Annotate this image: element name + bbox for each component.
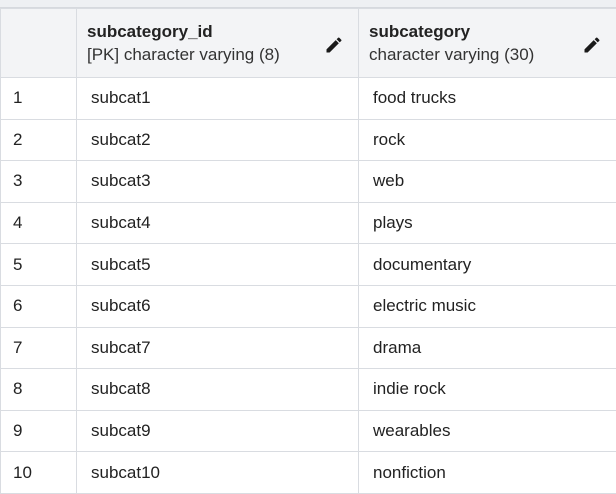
table-row[interactable]: 6 subcat6 electric music xyxy=(1,285,616,327)
table-row[interactable]: 4 subcat4 plays xyxy=(1,202,616,244)
table-row[interactable]: 7 subcat7 drama xyxy=(1,327,616,369)
header-row: subcategory_id [PK] character varying (8… xyxy=(1,9,616,78)
cell-subcategory-id[interactable]: subcat6 xyxy=(77,285,359,327)
cell-subcategory[interactable]: electric music xyxy=(359,285,616,327)
row-number: 10 xyxy=(1,452,77,494)
table-row[interactable]: 3 subcat3 web xyxy=(1,161,616,203)
row-number: 6 xyxy=(1,285,77,327)
cell-subcategory[interactable]: indie rock xyxy=(359,369,616,411)
data-grid: subcategory_id [PK] character varying (8… xyxy=(0,8,616,494)
column-name: subcategory_id xyxy=(87,21,358,43)
cell-subcategory-id[interactable]: subcat7 xyxy=(77,327,359,369)
row-number: 8 xyxy=(1,369,77,411)
pencil-icon[interactable] xyxy=(324,35,344,55)
table-row[interactable]: 8 subcat8 indie rock xyxy=(1,369,616,411)
column-header-subcategory[interactable]: subcategory character varying (30) xyxy=(359,9,616,78)
row-number: 1 xyxy=(1,78,77,120)
row-number: 4 xyxy=(1,202,77,244)
cell-subcategory[interactable]: drama xyxy=(359,327,616,369)
row-number: 7 xyxy=(1,327,77,369)
pencil-icon[interactable] xyxy=(582,35,602,55)
column-type: character varying (30) xyxy=(369,43,616,67)
table-row[interactable]: 2 subcat2 rock xyxy=(1,119,616,161)
row-number-header xyxy=(1,9,77,78)
row-number: 2 xyxy=(1,119,77,161)
table-row[interactable]: 10 subcat10 nonfiction xyxy=(1,452,616,494)
table-row[interactable]: 5 subcat5 documentary xyxy=(1,244,616,286)
column-type: [PK] character varying (8) xyxy=(87,43,358,67)
toolbar-strip xyxy=(0,0,616,8)
table-row[interactable]: 1 subcat1 food trucks xyxy=(1,78,616,120)
row-number: 5 xyxy=(1,244,77,286)
cell-subcategory-id[interactable]: subcat1 xyxy=(77,78,359,120)
cell-subcategory[interactable]: plays xyxy=(359,202,616,244)
row-number: 3 xyxy=(1,161,77,203)
cell-subcategory-id[interactable]: subcat3 xyxy=(77,161,359,203)
table-row[interactable]: 9 subcat9 wearables xyxy=(1,410,616,452)
cell-subcategory[interactable]: wearables xyxy=(359,410,616,452)
cell-subcategory[interactable]: web xyxy=(359,161,616,203)
cell-subcategory-id[interactable]: subcat2 xyxy=(77,119,359,161)
cell-subcategory[interactable]: nonfiction xyxy=(359,452,616,494)
cell-subcategory-id[interactable]: subcat8 xyxy=(77,369,359,411)
row-number: 9 xyxy=(1,410,77,452)
column-header-subcategory-id[interactable]: subcategory_id [PK] character varying (8… xyxy=(77,9,359,78)
cell-subcategory-id[interactable]: subcat5 xyxy=(77,244,359,286)
cell-subcategory[interactable]: food trucks xyxy=(359,78,616,120)
cell-subcategory[interactable]: rock xyxy=(359,119,616,161)
cell-subcategory-id[interactable]: subcat10 xyxy=(77,452,359,494)
cell-subcategory-id[interactable]: subcat4 xyxy=(77,202,359,244)
column-name: subcategory xyxy=(369,21,616,43)
cell-subcategory[interactable]: documentary xyxy=(359,244,616,286)
cell-subcategory-id[interactable]: subcat9 xyxy=(77,410,359,452)
